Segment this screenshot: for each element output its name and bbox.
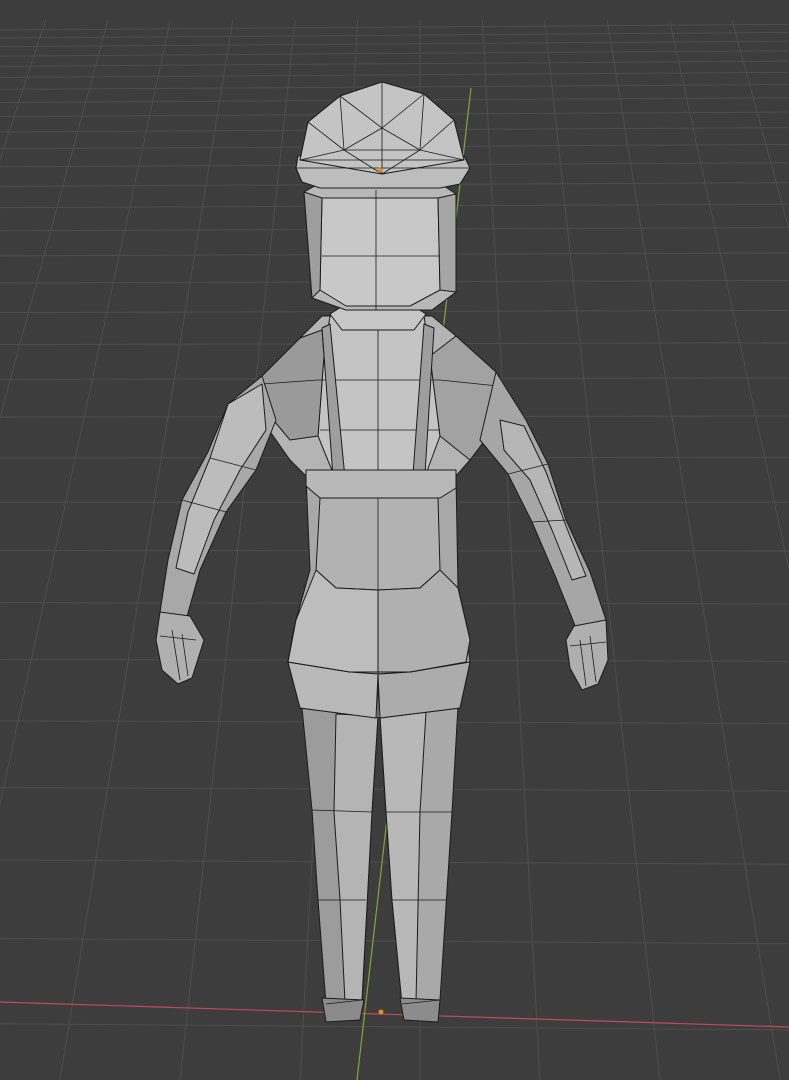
grid-line xyxy=(0,60,789,67)
grid-line xyxy=(0,31,789,39)
x-axis-line xyxy=(0,1001,789,1028)
left-arm[interactable] xyxy=(159,375,277,621)
grid-line xyxy=(731,19,789,232)
grid-line xyxy=(669,19,789,572)
helmet[interactable] xyxy=(295,81,471,189)
right-leg[interactable] xyxy=(379,705,459,1023)
grid-line xyxy=(0,50,789,57)
grid-line xyxy=(0,71,789,78)
grid-line xyxy=(0,40,789,48)
right-hand[interactable] xyxy=(565,619,609,691)
origin-point-head[interactable] xyxy=(377,167,383,173)
grid-line xyxy=(606,19,781,1080)
grid-line xyxy=(481,19,541,1080)
grid-line xyxy=(0,1023,789,1031)
character-mesh[interactable] xyxy=(155,81,609,1023)
head[interactable] xyxy=(303,181,457,311)
grid-line xyxy=(0,937,789,945)
viewport-scene[interactable] xyxy=(0,0,789,1080)
upper-torso[interactable] xyxy=(261,315,501,495)
left-leg[interactable] xyxy=(301,707,379,1023)
lower-torso[interactable] xyxy=(287,475,471,673)
left-hand[interactable] xyxy=(155,611,205,685)
3d-viewport[interactable] xyxy=(0,0,789,1080)
origin-point-world[interactable] xyxy=(378,1009,384,1015)
